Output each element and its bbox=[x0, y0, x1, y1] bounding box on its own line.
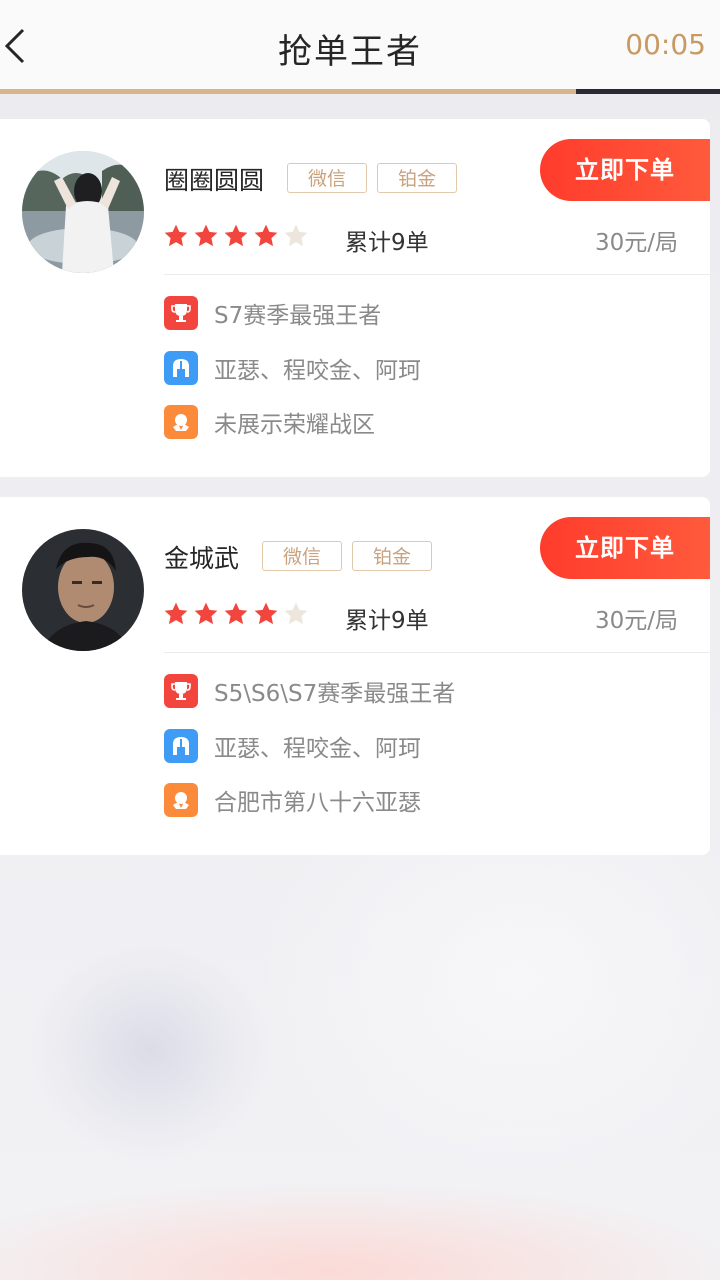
star-filled-icon bbox=[254, 224, 278, 247]
region-text: 未展示荣耀战区 bbox=[214, 412, 375, 438]
progress-bar-fill bbox=[0, 89, 576, 94]
wechat-tag: 微信 bbox=[262, 541, 342, 571]
info-row-season: S7赛季最强王者 bbox=[164, 296, 381, 330]
star-filled-icon bbox=[164, 602, 188, 625]
info-row-heroes: 亚瑟、程咬金、阿珂 bbox=[164, 351, 421, 385]
star-filled-icon bbox=[164, 224, 188, 247]
rank-tag: 铂金 bbox=[352, 541, 432, 571]
player-card[interactable]: 金城武 微信 铂金 立即下单 累计9单 30元/局 S5\S6\S7赛季最强王者… bbox=[0, 497, 710, 855]
info-row-region: 未展示荣耀战区 bbox=[164, 405, 375, 439]
heroes-text: 亚瑟、程咬金、阿珂 bbox=[214, 358, 421, 384]
info-row-season: S5\S6\S7赛季最强王者 bbox=[164, 674, 455, 708]
rating-stars bbox=[163, 601, 309, 627]
trophy-icon bbox=[164, 674, 198, 708]
season-text: S5\S6\S7赛季最强王者 bbox=[214, 681, 456, 707]
divider bbox=[164, 652, 710, 653]
player-card[interactable]: 圈圈圆圆 微信 铂金 立即下单 累计9单 30元/局 S7赛季最强王者 亚瑟、程… bbox=[0, 119, 710, 477]
progress-bar bbox=[0, 89, 720, 94]
top-bar: 抢单王者 00:05 bbox=[0, 0, 720, 90]
rank-tag: 铂金 bbox=[377, 163, 457, 193]
player-name: 金城武 bbox=[164, 544, 240, 573]
badge-icon bbox=[164, 783, 198, 817]
avatar bbox=[22, 529, 144, 651]
avatar bbox=[22, 151, 144, 273]
price: 30元/局 bbox=[594, 608, 678, 634]
star-filled-icon bbox=[194, 224, 218, 247]
divider bbox=[164, 274, 710, 275]
tag-list: 微信 铂金 bbox=[262, 541, 432, 571]
info-row-heroes: 亚瑟、程咬金、阿珂 bbox=[164, 729, 421, 763]
countdown-timer: 00:05 bbox=[625, 28, 706, 61]
helmet-icon bbox=[164, 351, 198, 385]
star-filled-icon bbox=[194, 602, 218, 625]
price: 30元/局 bbox=[594, 230, 678, 256]
player-name: 圈圈圆圆 bbox=[164, 166, 265, 195]
star-empty-icon bbox=[284, 224, 308, 247]
tag-list: 微信 铂金 bbox=[287, 163, 457, 193]
wechat-tag: 微信 bbox=[287, 163, 367, 193]
star-filled-icon bbox=[224, 224, 248, 247]
star-filled-icon bbox=[224, 602, 248, 625]
rating-stars bbox=[163, 223, 309, 249]
trophy-icon bbox=[164, 296, 198, 330]
heroes-text: 亚瑟、程咬金、阿珂 bbox=[214, 736, 421, 762]
player-list: 圈圈圆圆 微信 铂金 立即下单 累计9单 30元/局 S7赛季最强王者 亚瑟、程… bbox=[0, 119, 720, 875]
season-text: S7赛季最强王者 bbox=[214, 303, 382, 329]
helmet-icon bbox=[164, 729, 198, 763]
region-text: 合肥市第八十六亚瑟 bbox=[214, 790, 421, 816]
badge-icon bbox=[164, 405, 198, 439]
order-now-button[interactable]: 立即下单 bbox=[540, 139, 710, 201]
order-now-button[interactable]: 立即下单 bbox=[540, 517, 710, 579]
star-empty-icon bbox=[284, 602, 308, 625]
order-count: 累计9单 bbox=[345, 230, 429, 256]
page-title: 抢单王者 bbox=[278, 32, 422, 72]
order-count: 累计9单 bbox=[345, 608, 429, 634]
star-filled-icon bbox=[254, 602, 278, 625]
info-row-region: 合肥市第八十六亚瑟 bbox=[164, 783, 421, 817]
